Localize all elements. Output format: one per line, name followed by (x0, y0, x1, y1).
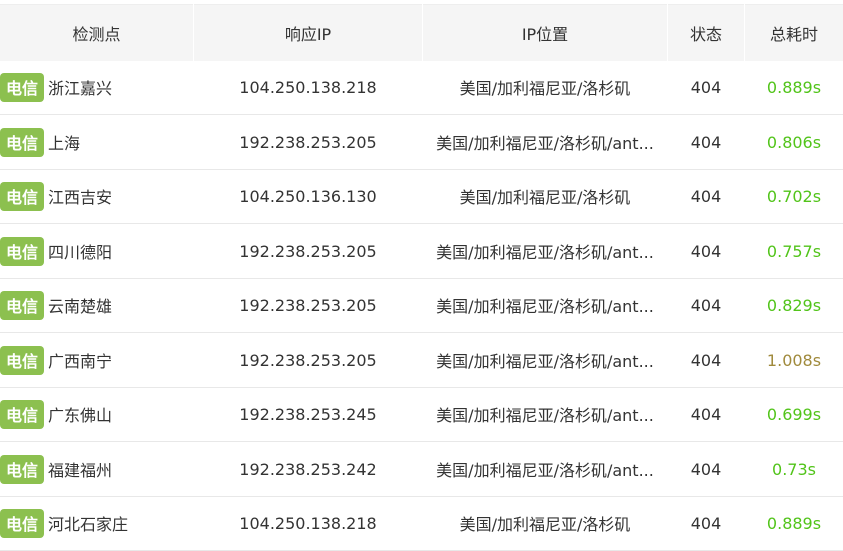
cell-status: 404 (690, 77, 722, 97)
time-value: 0.73s (772, 459, 816, 479)
header-status[interactable]: 状态 (668, 4, 744, 61)
cell-ip: 192.238.253.205 (239, 295, 377, 315)
cell-point: 电信 浙江嘉兴 (0, 60, 193, 114)
cell-time: 0.806s (745, 115, 843, 169)
header-ip[interactable]: 响应IP (194, 4, 422, 61)
cell-ip: 192.238.253.205 (239, 350, 377, 370)
point-name: 河北石家庄 (48, 515, 129, 534)
cell-location: 美国/加利福尼亚/洛杉矶/ant... (436, 461, 654, 480)
point-name: 云南楚雄 (48, 297, 113, 316)
time-value: 0.829s (766, 295, 822, 315)
point-name: 四川德阳 (48, 243, 113, 262)
cell-ip: 192.238.253.205 (239, 132, 377, 152)
cell-ip: 192.238.253.205 (239, 241, 377, 261)
table-row[interactable]: 电信 福建福州 192.238.253.242 美国/加利福尼亚/洛杉矶/ant...… (0, 442, 843, 497)
time-value: 0.889s (766, 513, 822, 533)
cell-time: 1.008s (745, 333, 843, 387)
time-value: 0.702s (766, 186, 822, 206)
cell-location: 美国/加利福尼亚/洛杉矶 (459, 79, 631, 98)
cell-time: 0.757s (745, 224, 843, 278)
time-value: 0.757s (766, 241, 822, 261)
point-name: 上海 (48, 134, 81, 153)
cell-point: 电信 广西南宁 (0, 333, 193, 387)
cell-time: 0.829s (745, 278, 843, 332)
cell-time: 0.702s (745, 169, 843, 223)
header-point[interactable]: 检测点 (0, 4, 193, 61)
cell-ip: 104.250.138.218 (239, 513, 377, 533)
point-name: 广西南宁 (48, 352, 113, 371)
cell-location: 美国/加利福尼亚/洛杉矶 (459, 515, 631, 534)
cell-location: 美国/加利福尼亚/洛杉矶/ant... (436, 352, 654, 371)
cell-ip: 104.250.136.130 (239, 186, 377, 206)
isp-badge: 电信 (0, 454, 44, 484)
time-value: 0.889s (766, 77, 822, 97)
cell-status: 404 (690, 295, 722, 315)
table-row[interactable]: 电信 广东佛山 192.238.253.245 美国/加利福尼亚/洛杉矶/ant...… (0, 387, 843, 442)
cell-point: 电信 福建福州 (0, 442, 193, 496)
isp-badge: 电信 (0, 236, 44, 266)
cell-point: 电信 云南楚雄 (0, 278, 193, 332)
cell-status: 404 (690, 513, 722, 533)
cell-time: 0.889s (745, 496, 843, 550)
isp-badge: 电信 (0, 508, 44, 538)
point-name: 福建福州 (48, 461, 113, 480)
cell-time: 0.73s (745, 442, 843, 496)
cell-point: 电信 广东佛山 (0, 387, 193, 441)
cell-time: 0.699s (745, 387, 843, 441)
isp-badge: 电信 (0, 72, 44, 102)
isp-badge: 电信 (0, 399, 44, 429)
cell-ip: 104.250.138.218 (239, 77, 377, 97)
cell-ip: 192.238.253.245 (239, 404, 377, 424)
isp-badge: 电信 (0, 181, 44, 211)
point-name: 江西吉安 (48, 188, 113, 207)
header-location[interactable]: IP位置 (423, 4, 667, 61)
isp-badge: 电信 (0, 290, 44, 320)
cell-ip: 192.238.253.242 (239, 459, 377, 479)
time-value: 0.699s (766, 404, 822, 424)
table-row[interactable]: 电信 四川德阳 192.238.253.205 美国/加利福尼亚/洛杉矶/ant...… (0, 224, 843, 279)
cell-point: 电信 四川德阳 (0, 224, 193, 278)
cell-status: 404 (690, 132, 722, 152)
header-time[interactable]: 总耗时 (745, 4, 843, 61)
time-value: 0.806s (766, 132, 822, 152)
table-row[interactable]: 电信 浙江嘉兴 104.250.138.218 美国/加利福尼亚/洛杉矶 404 0.88… (0, 60, 843, 115)
cell-location: 美国/加利福尼亚/洛杉矶/ant... (436, 297, 654, 316)
isp-badge: 电信 (0, 127, 44, 157)
point-name: 浙江嘉兴 (48, 79, 113, 98)
cell-location: 美国/加利福尼亚/洛杉矶/ant... (436, 134, 654, 153)
cell-point: 电信 江西吉安 (0, 169, 193, 223)
cell-location: 美国/加利福尼亚/洛杉矶/ant... (436, 406, 654, 425)
cell-status: 404 (690, 404, 722, 424)
cell-location: 美国/加利福尼亚/洛杉矶/ant... (436, 243, 654, 262)
cell-status: 404 (690, 459, 722, 479)
cell-time: 0.889s (745, 60, 843, 114)
cell-location: 美国/加利福尼亚/洛杉矶 (459, 188, 631, 207)
table-row[interactable]: 电信 江西吉安 104.250.136.130 美国/加利福尼亚/洛杉矶 404 0.70… (0, 169, 843, 224)
cell-point: 电信 河北石家庄 (0, 496, 193, 550)
cell-status: 404 (690, 186, 722, 206)
cell-point: 电信 上海 (0, 115, 193, 169)
isp-badge: 电信 (0, 345, 44, 375)
cell-status: 404 (690, 350, 722, 370)
cell-status: 404 (690, 241, 722, 261)
table-row[interactable]: 电信 云南楚雄 192.238.253.205 美国/加利福尼亚/洛杉矶/ant...… (0, 278, 843, 333)
time-value: 1.008s (766, 350, 822, 370)
table-row[interactable]: 电信 广西南宁 192.238.253.205 美国/加利福尼亚/洛杉矶/ant...… (0, 333, 843, 388)
table-row[interactable]: 电信 上海 192.238.253.205 美国/加利福尼亚/洛杉矶/ant... 40… (0, 115, 843, 170)
point-name: 广东佛山 (48, 406, 113, 425)
